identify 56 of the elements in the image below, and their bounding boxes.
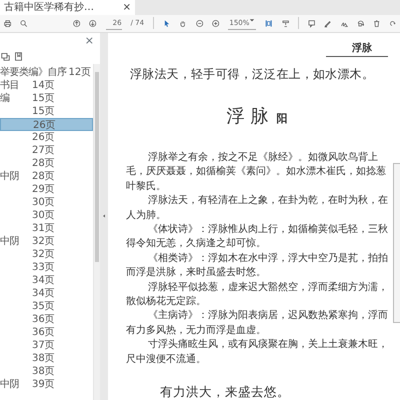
outline-item[interactable]: 编 15页 [0,92,93,105]
close-icon[interactable]: × [122,0,131,15]
bookmark-icon[interactable] [14,52,23,62]
outline-item[interactable]: 35页 [0,300,93,313]
outline-item[interactable]: 37页 [0,338,93,352]
print-icon [4,18,12,29]
paragraph: 寸浮头痛眩生风，或有风痰聚在胸，关上土衰兼木旺，尺中溲便不流通。 [126,338,388,367]
outline-item[interactable]: 中阴 32页 [0,234,93,248]
tab-title: 古籍中医学稀有抄… [4,0,94,15]
zoom-out-icon[interactable] [196,18,203,29]
outline-item[interactable]: 30页 [0,196,93,209]
section-title: 浮 脉 [226,106,268,127]
verse-line: 浮脉法天，轻手可得，泛泛在上，如水漂木。 [130,66,375,83]
share-icon[interactable] [357,18,364,29]
comment-icon[interactable] [308,18,316,29]
paragraph: 浮脉轻平似捻葱，虚来迟大豁然空，浮而柔细方为濡，散似杨花无定踪。 [126,280,388,309]
outline-item[interactable]: 34页 [0,274,93,287]
outline-item[interactable]: 书目 14页 [0,78,93,92]
outline-item[interactable]: 34页 [0,286,93,300]
verse-line: 有力洪大，来盛去悠。 [160,383,291,400]
search-icon[interactable] [20,18,28,29]
outline-item[interactable]: 举要类编》自序 12页 [0,66,93,79]
stamp-icon[interactable] [282,18,290,29]
outline-item[interactable]: 38页 [0,352,93,365]
title-note: 阳 [276,112,288,125]
zoom-in-icon[interactable] [212,18,220,29]
outline-item[interactable]: 32页 [0,248,93,261]
running-head: 浮脉 [351,41,372,56]
page-up-icon[interactable] [72,18,80,29]
outline-item[interactable]: 中阴 28页 [0,170,93,183]
outline-item[interactable]: 26页 [0,118,93,131]
paragraph: 浮脉法天，有轻清在上之象，在卦为乾，在时为秋，在人为肺。 [126,194,388,223]
outline-item[interactable]: 36页 [0,326,93,339]
outline-item[interactable]: 36页 [0,312,93,326]
paragraph: 《体状诗》：浮脉惟从肉上行，如循榆荚似毛轻，三秋得令知无恙，久病逢之却可惊。 [126,222,388,252]
outline-item[interactable]: 27页 [0,144,93,157]
outline-item[interactable]: 中阴 39页 [0,378,93,391]
paragraph: 《主病诗》：浮脉为阳表病居，迟风数热紧寒拘，浮而有力多风热，无力而浮是血虚。 [126,309,388,338]
paragraph: 《相类诗》：浮如木在水中浮，浮大中空乃是芤，拍拍而浮是洪脉，来时虽盛去时悠。 [126,252,388,280]
close-button[interactable]: × [84,33,94,50]
fit-page-icon[interactable] [265,18,273,29]
outline-item[interactable]: 26页 [0,130,93,144]
paragraph: 浮脉举之有余，按之不足《脉经》。如微风吹鸟背上毛，厌厌聂聂，如循榆荚《素问》。如水漂木崔氏，如捻葱叶黎氏。 [126,150,387,194]
document-tab[interactable]: 古籍中医学稀有抄… × [0,0,135,15]
outline-item[interactable]: 38页 [0,364,93,378]
outline-item[interactable]: 31页 [0,222,93,235]
pages-icon[interactable] [1,52,10,62]
outline-item[interactable]: 30页 [0,208,93,222]
scrollbar[interactable] [93,64,100,400]
page-down-icon[interactable] [89,18,97,29]
trash-icon[interactable] [373,18,381,29]
outline-item[interactable]: 29页 [0,182,93,196]
outline-item[interactable]: 15页 [0,104,93,118]
collapse-arrow-icon[interactable] [101,212,107,220]
outline-item[interactable]: 28页 [0,156,93,170]
outline-item[interactable]: 33页 [0,260,93,274]
